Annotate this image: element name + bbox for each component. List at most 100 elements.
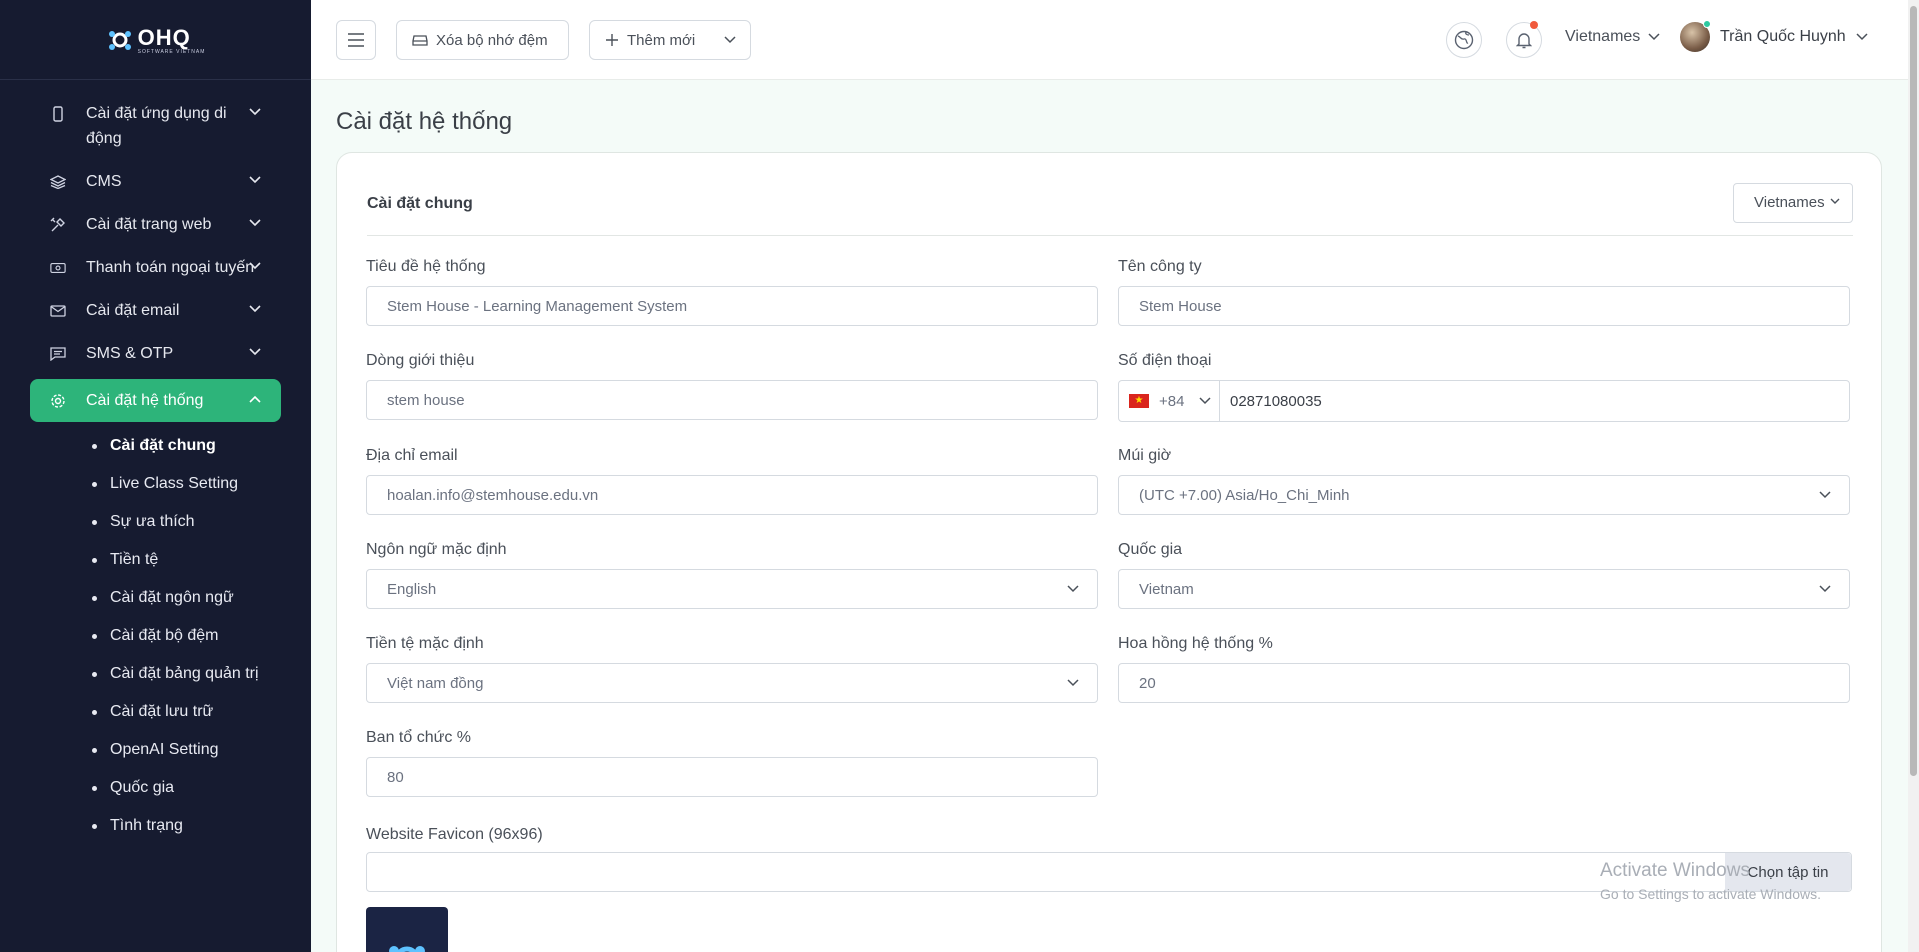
submenu-item-general-settings[interactable]: Cài đặt chung [92,428,260,466]
tagline-input[interactable]: stem house [366,380,1098,420]
website-link-button[interactable] [1446,22,1482,58]
choose-file-button[interactable]: Chọn tập tin [1725,853,1851,891]
country-field: Quốc gia Vietnam [1118,541,1850,609]
country-select[interactable]: Vietnam [1118,569,1850,609]
clear-cache-label: Xóa bộ nhớ đệm [436,31,548,49]
avatar [1680,20,1711,52]
commission-input[interactable]: 20 [1118,663,1850,703]
chevron-down-icon [249,108,261,116]
submenu-item-storage-settings[interactable]: Cài đặt lưu trữ [92,694,260,732]
logo-mark-icon [108,30,131,50]
top-bar: Xóa bộ nhớ đệm Thêm mới Vietnames Trần Q… [311,0,1908,80]
chevron-down-icon [249,176,261,184]
brand-logo[interactable]: OHQ SOFTWARE VIETNAM [106,25,206,55]
mobile-icon [50,106,66,122]
gear-icon [50,393,66,409]
timezone-field: Múi giờ (UTC +7.00) Asia/Ho_Chi_Minh [1118,447,1850,515]
timezone-select[interactable]: (UTC +7.00) Asia/Ho_Chi_Minh [1118,475,1850,515]
cash-icon [50,260,66,276]
country-label: Quốc gia [1118,541,1183,558]
system-title-input[interactable]: Stem House - Learning Management System [366,286,1098,326]
phone-field: Số điện thoại ★ +84 02871080035 [1118,352,1850,422]
default-language-select[interactable]: English [366,569,1098,609]
mail-icon [50,303,66,319]
sidebar-item-label: CMS [86,173,122,190]
organizer-percent-field: Ban tổ chức % 80 [366,729,1098,797]
email-value: hoalan.info@stemhouse.edu.vn [387,486,599,504]
phone-number-input[interactable]: 02871080035 [1220,381,1849,421]
default-currency-select[interactable]: Việt nam đồng [366,663,1098,703]
submenu-item-openai-setting[interactable]: OpenAI Setting [92,732,260,770]
hamburger-icon [348,33,364,47]
sidebar-nav: Cài đặt ứng dụng di động CMS Cài đặt tra… [0,80,311,846]
submenu-item-cache-settings[interactable]: Cài đặt bộ đệm [92,618,260,656]
submenu-item-preferences[interactable]: Sự ưa thích [92,504,260,542]
tagline-label: Dòng giới thiệu [366,352,475,369]
submenu-item-status[interactable]: Tình trạng [92,808,260,846]
submenu-item-live-class[interactable]: Live Class Setting [92,466,260,504]
system-title-field: Tiêu đề hệ thống Stem House - Learning M… [366,258,1098,326]
notifications-button[interactable] [1506,21,1542,58]
card-language-select[interactable]: Vietnames [1733,183,1853,223]
plus-icon [606,34,618,46]
sidebar-item-website-settings[interactable]: Cài đặt trang web [30,203,281,246]
database-icon [412,35,428,46]
sidebar-item-email-settings[interactable]: Cài đặt email [30,289,281,332]
favicon-field: Website Favicon (96x96) Chọn tập tin [366,826,1852,892]
system-title-value: Stem House - Learning Management System [387,297,688,315]
chevron-down-icon [1067,585,1079,593]
tagline-value: stem house [387,391,465,409]
company-name-field: Tên công ty Stem House [1118,258,1850,326]
chevron-down-icon [1830,198,1840,205]
chevron-up-icon [249,395,261,403]
sidebar: OHQ SOFTWARE VIETNAM Cài đặt ứng dụng di… [0,0,311,952]
tools-icon [50,217,66,233]
timezone-label: Múi giờ [1118,447,1172,464]
chevron-down-icon [249,348,261,356]
brand-name: OHQ [137,24,191,50]
add-new-label: Thêm mới [627,31,696,49]
chevron-down-icon [249,219,261,227]
company-name-input[interactable]: Stem House [1118,286,1850,326]
chevron-down-icon [249,262,261,270]
card-language-value: Vietnames [1754,194,1825,211]
phone-label: Số điện thoại [1118,352,1212,369]
language-selector[interactable]: Vietnames [1565,28,1660,46]
commission-label: Hoa hồng hệ thống % [1118,635,1273,652]
page-scrollbar[interactable] [1908,0,1919,952]
online-status-dot [1703,20,1711,28]
company-name-label: Tên công ty [1118,258,1202,275]
default-language-value: English [387,580,437,598]
menu-toggle-button[interactable] [336,20,376,60]
notification-badge [1530,21,1538,29]
email-input[interactable]: hoalan.info@stemhouse.edu.vn [366,475,1098,515]
default-currency-value: Việt nam đồng [387,674,484,692]
add-new-dropdown[interactable]: Thêm mới [589,20,751,60]
user-menu[interactable]: Trần Quốc Huynh [1680,20,1868,52]
clear-cache-button[interactable]: Xóa bộ nhớ đệm [396,20,569,60]
sidebar-item-mobile-app[interactable]: Cài đặt ứng dụng di động [30,92,281,160]
page-title: Cài đặt hệ thống [336,108,513,135]
sidebar-item-sms-otp[interactable]: SMS & OTP [30,332,281,375]
chevron-down-icon [1819,585,1831,593]
sidebar-item-system-settings[interactable]: Cài đặt hệ thống [30,379,281,422]
system-title-label: Tiêu đề hệ thống [366,258,486,275]
country-code-value: +84 [1159,392,1185,410]
submenu-item-currency[interactable]: Tiền tệ [92,542,260,580]
scrollbar-thumb[interactable] [1910,6,1917,776]
system-settings-submenu: Cài đặt chung Live Class Setting Sự ưa t… [0,422,311,846]
sidebar-item-cms[interactable]: CMS [30,160,281,203]
organizer-percent-label: Ban tổ chức % [366,729,471,746]
commission-value: 20 [1139,674,1156,692]
submenu-item-countries[interactable]: Quốc gia [92,770,260,808]
submenu-item-language-settings[interactable]: Cài đặt ngôn ngữ [92,580,260,618]
language-selector-label: Vietnames [1565,28,1641,45]
organizer-percent-input[interactable]: 80 [366,757,1098,797]
email-field: Địa chỉ email hoalan.info@stemhouse.edu.… [366,447,1098,515]
country-code-select[interactable]: ★ +84 [1119,381,1220,421]
submenu-item-admin-panel-settings[interactable]: Cài đặt bảng quản trị [92,656,260,694]
favicon-file-input[interactable]: Chọn tập tin [366,852,1852,892]
sidebar-item-offline-payment[interactable]: Thanh toán ngoại tuyến [30,246,281,289]
country-value: Vietnam [1139,580,1194,598]
bell-icon [1516,33,1532,49]
